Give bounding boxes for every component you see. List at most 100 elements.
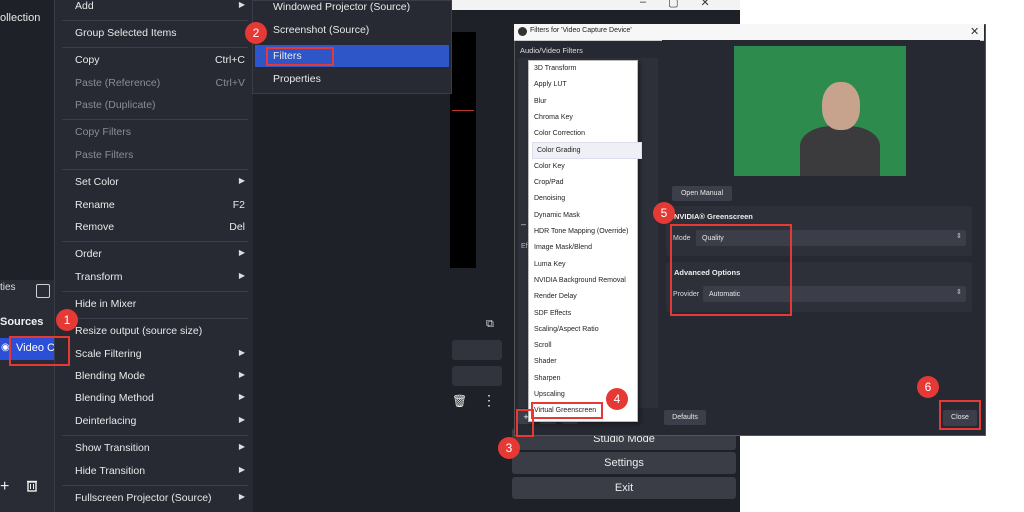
remove-filter-icon[interactable]: – <box>521 219 526 229</box>
context-menu-item: Paste (Reference) Ctrl+V <box>75 77 245 89</box>
menu-item-label: Rename <box>75 199 115 211</box>
close-icon[interactable]: ✕ <box>970 25 979 38</box>
sources-header: Sources <box>0 316 44 328</box>
annotation-box-source <box>9 336 70 366</box>
filter-type-option[interactable]: Scaling/Aspect Ratio <box>534 326 599 333</box>
context-menu-item[interactable]: Add ▶ <box>75 0 245 12</box>
filter-type-option[interactable]: Render Delay <box>534 293 577 300</box>
annotation-number: 1 <box>56 309 78 331</box>
annotation-number: 4 <box>606 388 628 410</box>
filter-type-option[interactable]: Color Grading <box>537 147 581 154</box>
maximize-icon[interactable]: ▢ <box>668 0 678 9</box>
filter-type-option[interactable]: 3D Transform <box>534 65 576 72</box>
menu-separator <box>62 485 248 486</box>
submenu-arrow-icon: ▶ <box>238 248 245 257</box>
dialog-title: Filters for 'Video Capture Device' <box>530 27 632 34</box>
context-menu-item[interactable]: Show Transition ▶ <box>75 442 245 454</box>
context-menu-item[interactable]: Fullscreen Projector (Source) ▶ <box>75 492 245 504</box>
context-menu-item: Paste (Duplicate) <box>75 99 245 111</box>
filter-type-option[interactable]: Luma Key <box>534 261 566 268</box>
more-options-icon[interactable]: ⋮ <box>482 392 496 409</box>
context-menu-item: Paste Filters <box>75 149 245 161</box>
filter-type-option[interactable]: Upscaling <box>534 391 565 398</box>
submenu-arrow-icon: ▶ <box>238 0 245 9</box>
menu-separator <box>62 47 248 48</box>
defaults-button[interactable]: Defaults <box>664 410 706 425</box>
spin-arrows-icon[interactable]: ⇕ <box>956 288 962 296</box>
minimize-icon[interactable]: – <box>640 0 646 8</box>
filter-type-option[interactable]: HDR Tone Mapping (Override) <box>534 228 628 235</box>
context-menu-item[interactable]: Group Selected Items <box>75 27 245 39</box>
menu-item-label: Blending Method <box>75 392 154 404</box>
trash-icon[interactable]: 🗑 <box>452 394 467 408</box>
submenu-item-properties[interactable]: Properties <box>273 73 321 85</box>
context-menu-item[interactable]: Copy Ctrl+C <box>75 54 245 66</box>
menu-item-label: Group Selected Items <box>75 27 177 39</box>
annotation-box-close <box>939 400 981 430</box>
context-menu-item[interactable]: Hide Transition ▶ <box>75 465 245 477</box>
context-menu-item[interactable]: Blending Method ▶ <box>75 392 245 404</box>
context-menu-item[interactable]: Hide in Mixer <box>75 298 245 310</box>
filter-type-option[interactable]: Sharpen <box>534 375 560 382</box>
scene-collection-label: ollection <box>0 12 41 24</box>
filter-type-option[interactable]: NVIDIA Background Removal <box>534 277 626 284</box>
context-menu-item[interactable]: Scale Filtering ▶ <box>75 348 245 360</box>
filter-type-option[interactable]: SDF Effects <box>534 310 571 317</box>
filter-type-option[interactable]: Dynamic Mask <box>534 212 580 219</box>
context-menu-item[interactable]: Resize output (source size) <box>75 325 245 337</box>
menu-item-label: Scale Filtering <box>75 348 142 360</box>
filter-type-option[interactable]: Denoising <box>534 195 565 202</box>
preview-canvas <box>450 32 476 268</box>
mixer-spinbox[interactable] <box>452 366 502 386</box>
exit-button[interactable]: Exit <box>512 477 736 499</box>
open-manual-button[interactable]: Open Manual <box>672 186 732 201</box>
annotation-number: 3 <box>498 437 520 459</box>
menu-item-label: Set Color <box>75 176 119 188</box>
submenu-item-screenshot[interactable]: Screenshot (Source) <box>273 24 369 36</box>
dock-float-icon[interactable]: ⧉ <box>486 318 494 331</box>
obs-logo-icon <box>518 27 527 36</box>
filter-type-option[interactable]: Color Correction <box>534 130 585 137</box>
menu-separator <box>62 241 248 242</box>
menu-item-label: Copy Filters <box>75 126 132 138</box>
filter-type-option[interactable]: Blur <box>534 98 546 105</box>
context-menu-item[interactable]: Transform ▶ <box>75 271 245 283</box>
filter-type-option[interactable]: Image Mask/Blend <box>534 244 592 251</box>
filter-type-option[interactable]: Apply LUT <box>534 81 567 88</box>
menu-shortcut: Ctrl+V <box>215 77 245 89</box>
spin-arrows-icon[interactable]: ⇕ <box>956 232 962 240</box>
submenu-arrow-icon: ▶ <box>238 392 245 401</box>
settings-button[interactable]: Settings <box>512 452 736 474</box>
menu-item-label: Resize output (source size) <box>75 325 203 337</box>
context-menu-item[interactable]: Deinterlacing ▶ <box>75 415 245 427</box>
annotation-number: 6 <box>917 376 939 398</box>
context-menu-item[interactable]: Order ▶ <box>75 248 245 260</box>
context-menu-item[interactable]: Set Color ▶ <box>75 176 245 188</box>
trash-icon[interactable] <box>26 479 38 492</box>
filter-type-option[interactable]: Chroma Key <box>534 114 573 121</box>
submenu-item-windowed-projector[interactable]: Windowed Projector (Source) <box>273 1 410 13</box>
add-source-icon[interactable]: + <box>0 478 9 496</box>
properties-tab[interactable]: ties <box>0 282 16 293</box>
filter-type-option[interactable]: Crop/Pad <box>534 179 564 186</box>
menu-item-label: Deinterlacing <box>75 415 137 427</box>
filter-type-option[interactable]: Shader <box>534 358 557 365</box>
context-menu-item[interactable]: Blending Mode ▶ <box>75 370 245 382</box>
menu-separator <box>62 119 248 120</box>
mixer-spinbox[interactable] <box>452 340 502 360</box>
menu-item-label: Show Transition <box>75 442 150 454</box>
context-menu-item[interactable]: Remove Del <box>75 221 245 233</box>
greenscreen-heading: NVIDIA® Greenscreen <box>674 212 753 221</box>
menu-item-label: Hide Transition <box>75 465 146 477</box>
menu-item-label: Paste (Reference) <box>75 77 161 89</box>
menu-separator <box>62 318 248 319</box>
menu-item-label: Add <box>75 0 94 12</box>
menu-shortcut: Ctrl+C <box>214 54 245 66</box>
filter-type-option[interactable]: Color Key <box>534 163 565 170</box>
menu-shortcut: F2 <box>232 199 245 211</box>
filters-panel-icon[interactable] <box>36 284 50 298</box>
filter-type-option[interactable]: Scroll <box>534 342 552 349</box>
context-menu-item[interactable]: Rename F2 <box>75 199 245 211</box>
menu-item-label: Blending Mode <box>75 370 146 382</box>
close-window-icon[interactable]: ✕ <box>701 0 710 9</box>
